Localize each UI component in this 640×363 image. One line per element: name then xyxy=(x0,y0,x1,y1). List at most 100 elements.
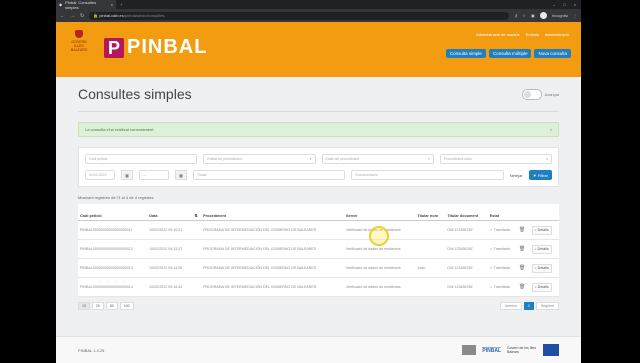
top-link-entities[interactable]: Entitats xyxy=(526,32,539,37)
forward-icon[interactable]: → xyxy=(70,13,75,19)
mouse-cursor-highlight xyxy=(369,226,389,246)
footer-logos: PINBAL Govern de les Illes Balears xyxy=(462,344,559,356)
trash-icon[interactable]: 🗑 xyxy=(519,284,525,290)
page-size-option[interactable]: 10 xyxy=(78,302,90,310)
top-link-users[interactable]: Administració de usuaris xyxy=(476,32,520,37)
close-alert-icon[interactable]: × xyxy=(550,127,552,132)
filter-holder[interactable]: Titular xyxy=(193,170,346,180)
star-icon[interactable]: ☆ xyxy=(522,13,526,18)
profile-label: Incognito xyxy=(551,13,568,18)
profile-avatar[interactable] xyxy=(539,12,547,19)
col-date[interactable]: Data xyxy=(147,204,193,221)
details-button[interactable]: ⌕ Detalls xyxy=(531,244,552,254)
details-button-label: Detalls xyxy=(537,284,549,289)
cell-delete: 🗑 xyxy=(516,239,530,259)
toggle-switch[interactable] xyxy=(521,88,542,100)
details-button[interactable]: ⌕ Detalls xyxy=(531,263,552,273)
cell-holder-name xyxy=(415,220,446,240)
col-request-code[interactable]: Codi petició xyxy=(78,204,148,221)
filter-request-code[interactable]: Codi petició xyxy=(85,154,198,164)
prev-page-button[interactable]: Anterior xyxy=(499,302,522,310)
table-row[interactable]: PINBAL00000000000000000013 10/02/2022 09… xyxy=(78,258,559,278)
cell-procedure: PROGRAMA DE INTERMEDIACIÓN DEL GOBIERNO … xyxy=(201,239,344,259)
pinbal-logo[interactable]: P PINBAL xyxy=(104,36,207,59)
filter-document[interactable]: Documentació xyxy=(351,170,504,180)
trash-icon[interactable]: 🗑 xyxy=(519,227,525,233)
extensions-icon[interactable]: ▣ xyxy=(531,13,535,18)
cell-empty xyxy=(192,277,202,297)
browser-tab[interactable]: ◆ Pinbal: Consultes simples × xyxy=(56,0,116,10)
top-links: Administració de usuaris Entitats Admini… xyxy=(476,32,569,37)
col-delete xyxy=(516,204,530,221)
table-row[interactable]: PINBAL00000000000000000014 10/02/2022 09… xyxy=(78,277,559,297)
page-size-option[interactable]: 50 xyxy=(105,302,118,310)
calendar-icon[interactable]: ▦ xyxy=(175,170,187,180)
new-tab-icon[interactable]: + xyxy=(120,2,122,7)
window-controls: – □ × xyxy=(553,2,581,7)
nav-simple-query-button[interactable]: Consulta simple xyxy=(445,49,486,58)
cell-procedure: PROGRAMA DE INTERMEDIACIÓN DEL GOBIERNO … xyxy=(201,277,344,297)
cell-code: PINBAL00000000000000000013 xyxy=(78,258,148,278)
advanced-toggle[interactable]: Avançat xyxy=(521,88,559,100)
filter-procedure-entity[interactable]: Entitat de procediment ▾ xyxy=(203,154,316,164)
col-sort[interactable]: ⇅ xyxy=(192,204,202,221)
page-size-option[interactable]: 100 xyxy=(119,302,134,310)
col-status[interactable]: Estat xyxy=(487,204,517,221)
details-button-label: Detalls xyxy=(537,265,549,270)
results-count: Mostrant registres de l'1 al 4 de 4 regi… xyxy=(78,195,154,200)
cell-empty xyxy=(192,220,202,240)
next-page-button[interactable]: Següent xyxy=(535,302,559,310)
calendar-icon[interactable]: ▦ xyxy=(121,170,133,180)
main-nav: Consulta simple Consulta múltiple Nova c… xyxy=(445,49,571,58)
details-button[interactable]: ⌕ Detalls xyxy=(531,282,552,292)
footer-logo-text: PINBAL xyxy=(482,346,501,354)
address-bar[interactable]: 🔒 pinbal.caib.es /pinbaladmin/consultes xyxy=(89,11,510,20)
cell-holder-document: DNI 12345678Z xyxy=(445,239,488,259)
minimize-icon[interactable]: – xyxy=(553,2,555,7)
close-window-icon[interactable]: × xyxy=(574,2,576,7)
footer-logo-gray xyxy=(462,345,477,355)
col-procedure[interactable]: Procediment xyxy=(201,204,344,221)
col-service[interactable]: Servei xyxy=(343,204,416,221)
top-link-admin[interactable]: Administració xyxy=(545,32,569,37)
trash-icon[interactable]: 🗑 xyxy=(519,246,525,252)
browser-toolbar: ← → ↻ 🔒 pinbal.caib.es /pinbaladmin/cons… xyxy=(56,9,581,22)
date-from-input[interactable]: 01/01/2022 xyxy=(85,170,115,180)
back-icon[interactable]: ← xyxy=(60,13,65,19)
cell-actions: ⌕ Detalls xyxy=(529,239,559,259)
current-page-button[interactable]: 1 xyxy=(524,302,534,310)
nav-new-query-button[interactable]: Nova consulta xyxy=(534,49,571,58)
cell-status: ✓ Tramitada xyxy=(487,220,517,240)
table-row[interactable]: PINBAL00000000000000000012 10/02/2022 09… xyxy=(78,239,559,259)
filter-row-2: 01/01/2022 ▦ — ▦ Titular Documentació Ne… xyxy=(85,170,552,180)
filter-procedure-state[interactable]: Estat del procediment ▾ xyxy=(321,154,434,164)
cell-actions: ⌕ Detalls xyxy=(529,220,559,240)
filter-button[interactable]: ▼ Filtrar xyxy=(528,170,552,180)
menu-icon[interactable]: ⋮ xyxy=(573,13,577,18)
col-holder-document[interactable]: Titular document xyxy=(445,204,488,221)
crest-icon xyxy=(75,30,83,38)
favicon-icon: ◆ xyxy=(59,2,63,7)
reload-icon[interactable]: ↻ xyxy=(80,13,84,19)
page-title: Consultes simples xyxy=(78,86,192,102)
date-to-input[interactable]: — xyxy=(139,170,169,180)
filter-procedure-state-placeholder: Estat del procediment xyxy=(325,157,360,161)
filter-panel: Codi petició Entitat de procediment ▾ Est… xyxy=(78,147,559,187)
cell-procedure: PROGRAMA DE INTERMEDIACIÓN DEL GOBIERNO … xyxy=(201,258,344,278)
table-header-row: Codi petició Data ⇅ Procediment Servei T… xyxy=(78,204,559,221)
details-button[interactable]: ⌕ Detalls xyxy=(531,225,552,235)
col-holder-name[interactable]: Titular nom xyxy=(415,204,446,221)
close-tab-icon[interactable]: × xyxy=(111,2,113,7)
nav-multiple-query-button[interactable]: Consulta múltiple xyxy=(488,49,532,58)
clear-filters-button[interactable]: Netejar xyxy=(510,173,523,178)
government-logo-text: GOVERN ILLES BALEARS xyxy=(70,40,88,52)
table-row[interactable]: PINBAL00000000000000000011 10/02/2022 09… xyxy=(78,220,559,240)
footer-gov-text: Govern de les Illes Balears xyxy=(507,346,536,354)
filter-procedure-active[interactable]: Procediment actiu ▾ xyxy=(439,154,552,164)
alert-text: La consulta s'ha realitzat correctament. xyxy=(85,127,155,132)
key-icon[interactable]: ⚷ xyxy=(514,13,517,18)
page-size-option[interactable]: 20 xyxy=(91,302,104,310)
maximize-icon[interactable]: □ xyxy=(563,2,565,7)
trash-icon[interactable]: 🗑 xyxy=(519,265,525,271)
cell-delete: 🗑 xyxy=(516,277,530,297)
